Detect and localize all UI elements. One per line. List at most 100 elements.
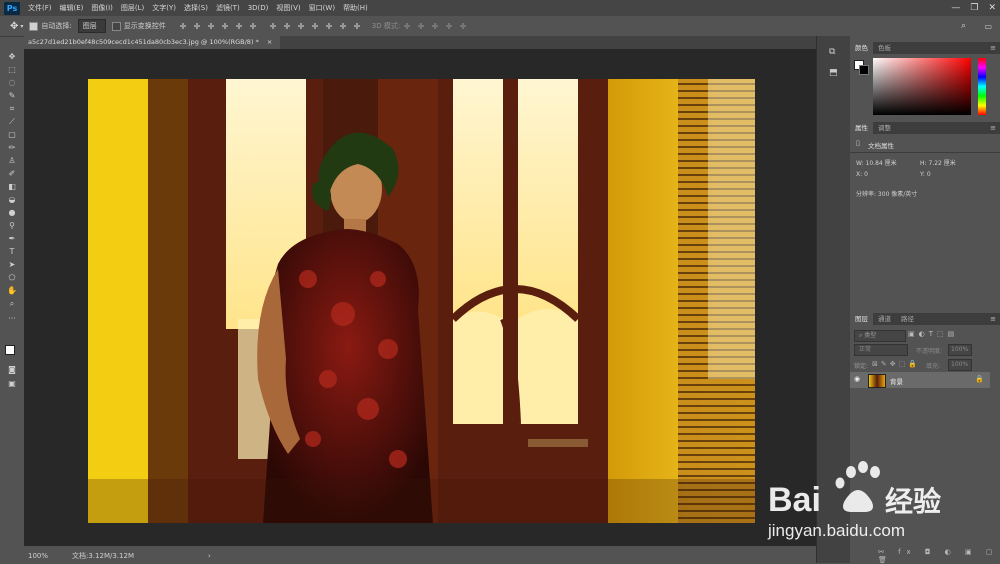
document-tab[interactable]: a5c27d1ed21b0ef48c509cecd1c451da80cb3ec3… xyxy=(24,36,281,49)
eraser-tool-icon[interactable]: ◧ xyxy=(7,182,17,192)
hand-tool-icon[interactable]: ✋ xyxy=(7,286,17,296)
foreground-color-swatch[interactable] xyxy=(5,345,15,355)
menu-view[interactable]: 视图(V) xyxy=(272,0,304,16)
distribute-left-icon[interactable] xyxy=(310,22,319,30)
auto-select-checkbox[interactable] xyxy=(29,21,39,31)
menu-type[interactable]: 文字(Y) xyxy=(148,0,180,16)
3d-slide-icon[interactable] xyxy=(445,22,454,30)
workspace-icon[interactable]: ▭ xyxy=(984,22,992,31)
layer-filter-dropdown[interactable]: ⌕ 类型 xyxy=(854,330,906,342)
move-tool-icon[interactable]: ✥ xyxy=(10,21,18,32)
height-field[interactable]: H: 7.22 厘米 xyxy=(920,158,956,167)
opacity-input[interactable]: 100% xyxy=(948,344,972,356)
tab-adjustments[interactable]: 调整 xyxy=(873,122,896,134)
distribute-bottom-icon[interactable] xyxy=(296,22,305,30)
x-field[interactable]: X: 0 xyxy=(856,171,868,178)
type-tool-icon[interactable]: T xyxy=(7,247,17,257)
tab-swatches[interactable]: 色板 xyxy=(873,42,896,54)
auto-align-icon[interactable] xyxy=(352,22,361,30)
tab-color[interactable]: 颜色 xyxy=(850,42,873,54)
history-panel-icon[interactable]: ⧉ xyxy=(829,47,835,57)
menu-image[interactable]: 图像(I) xyxy=(87,0,117,16)
eyedropper-tool-icon[interactable]: ⟋ xyxy=(7,117,17,127)
status-arrow-icon[interactable]: › xyxy=(208,552,211,560)
brush-tool-icon[interactable]: ✏ xyxy=(7,143,17,153)
layer-name[interactable]: 背景 xyxy=(890,376,903,386)
distribute-vcenter-icon[interactable] xyxy=(282,22,291,30)
screen-mode-icon[interactable]: ▣ xyxy=(7,379,17,389)
layer-row-background[interactable]: ◉ 背景 🔒 xyxy=(850,372,990,388)
color-picker-field[interactable] xyxy=(873,58,971,115)
properties-panel-icon[interactable]: ⬒ xyxy=(829,68,838,78)
layer-filter-icons[interactable]: ▣◐T⬚▤ xyxy=(908,330,958,338)
3d-rotate-icon[interactable] xyxy=(403,22,412,30)
menu-edit[interactable]: 编辑(E) xyxy=(56,0,88,16)
align-bottom-icon[interactable] xyxy=(206,22,215,30)
fill-label: 填充: xyxy=(926,363,941,370)
tab-paths[interactable]: 路径 xyxy=(896,313,919,325)
hue-slider[interactable] xyxy=(978,58,986,115)
shape-tool-icon[interactable]: ⬠ xyxy=(7,273,17,283)
distribute-hcenter-icon[interactable] xyxy=(324,22,333,30)
align-right-icon[interactable] xyxy=(248,22,257,30)
zoom-level[interactable]: 100% xyxy=(28,552,48,560)
align-top-icon[interactable] xyxy=(178,22,187,30)
paint-bucket-tool-icon[interactable]: ◒ xyxy=(7,195,17,205)
layers-bottom-toolbar[interactable]: ⚯ fx ◘ ◐ ▣ ▢ 🗑 xyxy=(878,548,1000,564)
layers-panel-menu-icon[interactable]: ≡ xyxy=(990,315,996,323)
y-field[interactable]: Y: 0 xyxy=(920,171,931,178)
3d-pan-icon[interactable] xyxy=(431,22,440,30)
distribute-top-icon[interactable] xyxy=(268,22,277,30)
align-hcenter-icon[interactable] xyxy=(234,22,243,30)
more-tools-icon[interactable]: ··· xyxy=(7,314,17,324)
lock-icons[interactable]: ⊠✎✥⬚🔒 xyxy=(872,360,920,368)
move-tool-icon[interactable]: ✥ xyxy=(7,52,17,62)
tab-channels[interactable]: 通道 xyxy=(873,313,896,325)
crop-tool-icon[interactable]: ⌗ xyxy=(7,104,17,114)
minimize-button[interactable]: — xyxy=(951,3,960,13)
zoom-tool-icon[interactable]: ⌕ xyxy=(7,299,17,309)
document-tab-close-icon[interactable]: × xyxy=(267,38,272,46)
menu-help[interactable]: 帮助(H) xyxy=(339,0,372,16)
menu-select[interactable]: 选择(S) xyxy=(180,0,212,16)
status-bar: 100% 文档:3.12M/3.12M › xyxy=(24,549,820,562)
path-select-tool-icon[interactable]: ➤ xyxy=(7,260,17,270)
menu-layer[interactable]: 图层(L) xyxy=(117,0,148,16)
color-panel-menu-icon[interactable]: ≡ xyxy=(990,44,996,52)
menu-filter[interactable]: 滤镜(T) xyxy=(212,0,244,16)
dodge-tool-icon[interactable]: ⚲ xyxy=(7,221,17,231)
lasso-tool-icon[interactable]: ◌ xyxy=(7,78,17,88)
align-left-icon[interactable] xyxy=(220,22,229,30)
healing-brush-tool-icon[interactable]: ▢ xyxy=(7,130,17,140)
layer-visibility-eye-icon[interactable]: ◉ xyxy=(854,375,860,383)
distribute-right-icon[interactable] xyxy=(338,22,347,30)
menu-3d[interactable]: 3D(D) xyxy=(244,0,273,16)
blend-mode-dropdown[interactable]: 正常 xyxy=(854,344,908,356)
document-image[interactable] xyxy=(88,79,755,523)
tool-preset-chevron-icon[interactable]: ▾ xyxy=(20,23,23,30)
width-field[interactable]: W: 10.84 厘米 xyxy=(856,158,897,167)
3d-scale-icon[interactable] xyxy=(459,22,468,30)
tab-properties[interactable]: 属性 xyxy=(850,122,873,134)
show-transform-checkbox[interactable] xyxy=(111,21,121,31)
clone-stamp-tool-icon[interactable]: ♙ xyxy=(7,156,17,166)
tab-layers[interactable]: 图层 xyxy=(850,313,873,325)
3d-roll-icon[interactable] xyxy=(417,22,426,30)
fill-input[interactable]: 100% xyxy=(948,359,972,371)
quick-select-tool-icon[interactable]: ✎ xyxy=(7,91,17,101)
menu-window[interactable]: 窗口(W) xyxy=(305,0,339,16)
menu-file[interactable]: 文件(F) xyxy=(24,0,56,16)
color-background-swatch[interactable] xyxy=(859,65,869,75)
close-button[interactable]: ✕ xyxy=(988,3,996,13)
pen-tool-icon[interactable]: ✒ xyxy=(7,234,17,244)
quick-mask-icon[interactable]: ◙ xyxy=(7,365,17,375)
auto-select-dropdown[interactable]: 图层 xyxy=(77,19,106,33)
align-vcenter-icon[interactable] xyxy=(192,22,201,30)
maximize-button[interactable]: ❐ xyxy=(970,3,978,13)
history-brush-tool-icon[interactable]: ✐ xyxy=(7,169,17,179)
blur-tool-icon[interactable]: ● xyxy=(7,208,17,218)
search-icon[interactable]: ⌕ xyxy=(961,21,966,31)
marquee-tool-icon[interactable]: ⬚ xyxy=(7,65,17,75)
layer-lock-icon: 🔒 xyxy=(975,375,984,383)
properties-panel-menu-icon[interactable]: ≡ xyxy=(990,124,996,132)
